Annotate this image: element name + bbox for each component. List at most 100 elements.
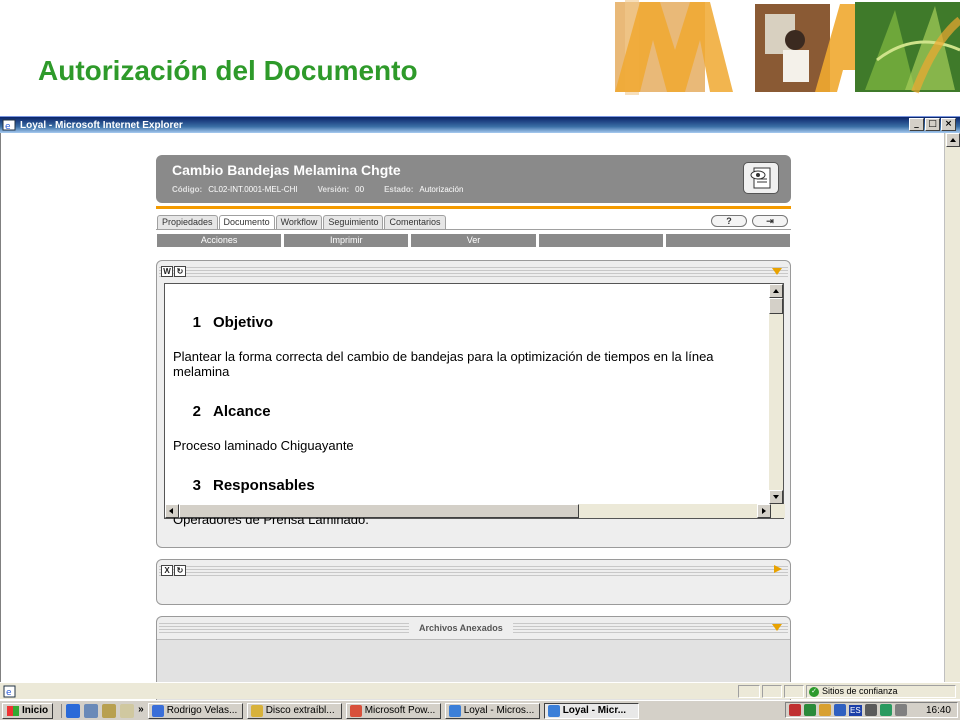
window-controls: _ □ × [909, 118, 956, 131]
ie-titlebar[interactable]: e Loyal - Microsoft Internet Explorer _ … [0, 117, 960, 133]
start-label: Inicio [22, 705, 49, 716]
word-icon[interactable]: W [161, 266, 173, 277]
slide: Autorización del Documento e Loyal - Mic… [0, 0, 960, 720]
taskbar-button-active[interactable]: Loyal - Micr... [543, 702, 639, 719]
browser-vertical-scrollbar[interactable] [944, 133, 960, 699]
trusted-zone-icon: ✓ [809, 686, 819, 697]
outlook-quicklaunch-icon[interactable] [84, 703, 99, 718]
codigo-label: Código: [172, 185, 203, 194]
refresh-icon[interactable]: ↻ [174, 266, 186, 277]
estado-value: Autorización [419, 185, 464, 194]
svg-text:e: e [6, 688, 12, 698]
tab-documento[interactable]: Documento [218, 215, 275, 229]
drive-icon [250, 704, 263, 717]
help-button[interactable]: ? [711, 215, 747, 227]
mas-logo [615, 0, 960, 95]
document-horizontal-scrollbar[interactable] [165, 504, 785, 518]
document-meta: Código: CL02-INT.0001-MEL-CHI Versión: 0… [172, 185, 477, 194]
tray-network-icon[interactable] [804, 704, 816, 716]
estado-label: Estado: [384, 185, 414, 194]
powerpoint-icon [349, 704, 362, 717]
codigo-value: CL02-INT.0001-MEL-CHI [208, 185, 298, 194]
ie-quicklaunch-icon[interactable] [66, 703, 81, 718]
header-divider [156, 206, 791, 209]
task-label: Disco extraíbl... [265, 705, 335, 716]
page-content: Cambio Bandejas Melamina Chgte Código: C… [0, 133, 944, 706]
desktop-quicklaunch-icon[interactable] [120, 703, 135, 718]
exit-button[interactable]: ⇥ [752, 215, 788, 227]
action-slot-5 [665, 234, 791, 247]
section-number: 2 [192, 403, 201, 420]
document-panel-icons: W ↻ [161, 266, 186, 277]
tray-device-icon[interactable] [864, 704, 877, 716]
document-vertical-scrollbar[interactable] [769, 284, 783, 504]
taskbar-button[interactable]: Disco extraíbl... [246, 702, 342, 719]
tray-security-icon[interactable] [819, 704, 831, 716]
view-document-button[interactable] [743, 162, 779, 194]
imprimir-button[interactable]: Imprimir [284, 234, 409, 247]
document-viewer: 1 Objetivo Plantear la forma correcta de… [164, 283, 785, 527]
tray-app-icon[interactable] [789, 704, 801, 716]
excel-icon[interactable]: X [161, 565, 173, 576]
system-tray: ES 16:40 [785, 702, 958, 718]
volume-icon[interactable] [894, 704, 907, 716]
tab-propiedades[interactable]: Propiedades [157, 215, 218, 229]
vertical-scroll-thumb[interactable] [769, 298, 783, 314]
section-text: Plantear la forma correcta del cambio de… [173, 349, 714, 379]
expand-arrow-icon[interactable] [774, 565, 782, 573]
refresh-icon[interactable]: ↻ [174, 565, 186, 576]
document-title: Cambio Bandejas Melamina Chgte [172, 162, 401, 178]
taskbar-button[interactable]: Loyal - Micros... [444, 702, 540, 719]
ie-window: e Loyal - Microsoft Internet Explorer _ … [0, 116, 960, 720]
minimize-button[interactable]: _ [909, 118, 924, 131]
close-button[interactable]: × [941, 118, 956, 131]
tray-monitor-icon[interactable] [834, 704, 846, 716]
tab-seguimiento[interactable]: Seguimiento [323, 215, 384, 229]
tab-underline [156, 229, 791, 230]
action-slot-4 [538, 234, 663, 247]
scroll-right-arrow-icon[interactable] [757, 504, 771, 518]
section-heading: 2 Alcance [173, 403, 763, 420]
windows-flag-icon [7, 705, 19, 716]
section-title: Responsables [213, 477, 315, 494]
maximize-button[interactable]: □ [925, 118, 940, 131]
language-indicator[interactable]: ES [849, 704, 862, 716]
acciones-button[interactable]: Acciones [157, 234, 282, 247]
action-bar: Acciones Imprimir Ver [157, 234, 791, 247]
ie-icon [448, 704, 461, 717]
document-panel: W ↻ 1 Objetivo Plantear la forma correct… [156, 260, 791, 548]
status-bar: e ✓ Sitios de confianza [0, 682, 960, 699]
task-label: Loyal - Micr... [562, 705, 627, 716]
section-heading: 3 Responsables [173, 477, 763, 494]
section-heading: 1 Objetivo [173, 314, 763, 331]
section-number: 1 [192, 314, 201, 331]
svg-text:e: e [5, 122, 11, 131]
section-number: 3 [192, 477, 201, 494]
security-zone-label: Sitios de confianza [822, 686, 898, 696]
search-quicklaunch-icon[interactable] [102, 703, 117, 718]
page-status-icon: e [3, 685, 16, 698]
horizontal-scroll-thumb[interactable] [179, 504, 579, 518]
more-quicklaunch-chevron[interactable]: » [138, 704, 144, 718]
eye-document-icon [750, 167, 771, 189]
taskbar-button[interactable]: Microsoft Pow... [345, 702, 441, 719]
tab-comentarios[interactable]: Comentarios [384, 215, 446, 229]
window-title: Loyal - Microsoft Internet Explorer [20, 119, 183, 131]
scroll-down-arrow-icon[interactable] [769, 490, 783, 504]
start-button[interactable]: Inicio [2, 702, 54, 719]
collapse-arrow-icon[interactable] [772, 268, 782, 275]
ver-button[interactable]: Ver [411, 234, 536, 247]
tab-workflow[interactable]: Workflow [275, 215, 323, 229]
task-label: Microsoft Pow... [364, 705, 436, 716]
taskbar-button[interactable]: Rodrigo Velas... [147, 702, 243, 719]
spreadsheet-panel: X ↻ [156, 559, 791, 605]
annex-title: Archivos Anexados [409, 621, 513, 635]
scroll-up-arrow-icon[interactable] [769, 284, 783, 298]
collapse-arrow-icon[interactable] [772, 624, 782, 631]
ie-page-icon: e [2, 119, 16, 131]
page-scroll-up-icon[interactable] [946, 133, 960, 147]
scroll-left-arrow-icon[interactable] [165, 504, 179, 518]
tray-sync-icon[interactable] [879, 704, 892, 716]
section-title: Alcance [213, 403, 271, 420]
tab-bar: Propiedades Documento Workflow Seguimien… [157, 215, 446, 229]
